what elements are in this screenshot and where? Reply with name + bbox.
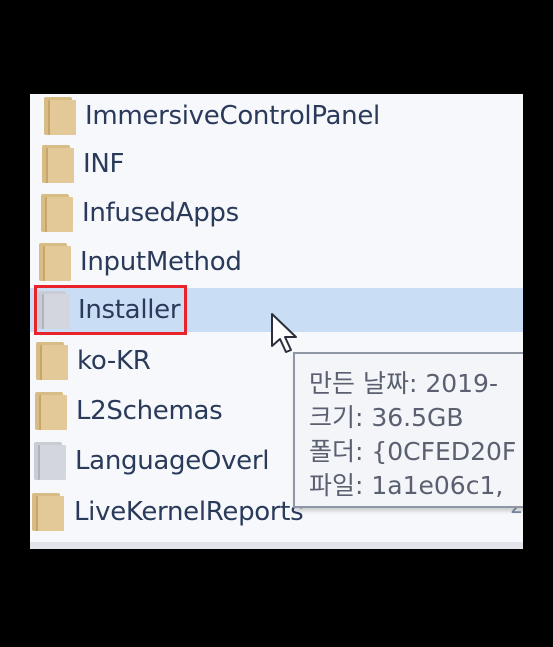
list-item[interactable]: InputMethod xyxy=(30,240,523,284)
file-name: LanguageOverl xyxy=(75,446,270,476)
folder-icon xyxy=(34,442,66,480)
tooltip-files: 파일: 1a1e06c1, xyxy=(309,471,504,500)
folder-icon xyxy=(42,145,74,183)
list-item[interactable]: INF xyxy=(30,142,523,186)
file-name: InfusedApps xyxy=(82,198,239,228)
mouse-cursor-icon xyxy=(271,313,297,353)
tooltip-folders: 폴더: {0CFED20F xyxy=(309,437,517,466)
folder-icon xyxy=(35,392,67,430)
tooltip-created: 만든 날짜: 2019- xyxy=(309,369,498,398)
window-bottom-edge xyxy=(30,542,523,549)
file-name: INF xyxy=(83,149,125,179)
folder-icon xyxy=(41,194,73,232)
tooltip-size: 크기: 36.5GB xyxy=(309,403,464,432)
file-name: LiveKernelReports xyxy=(74,497,304,527)
annotation-highlight-box xyxy=(34,285,187,335)
list-item[interactable]: ImmersiveControlPanel xyxy=(30,94,523,138)
folder-icon xyxy=(36,342,68,380)
file-name: ImmersiveControlPanel xyxy=(85,101,380,131)
file-info-tooltip: 만든 날짜: 2019- 크기: 36.5GB 폴더: {0CFED20F 파일… xyxy=(293,352,523,508)
file-name: InputMethod xyxy=(80,247,242,277)
file-name: ko-KR xyxy=(77,346,151,376)
file-explorer-window: ImmersiveControlPanel INF InfusedApps In… xyxy=(30,94,523,549)
folder-icon xyxy=(32,493,64,531)
list-item[interactable]: InfusedApps xyxy=(30,191,523,235)
folder-icon xyxy=(39,243,71,281)
file-name: L2Schemas xyxy=(76,396,223,426)
folder-icon xyxy=(44,97,76,135)
